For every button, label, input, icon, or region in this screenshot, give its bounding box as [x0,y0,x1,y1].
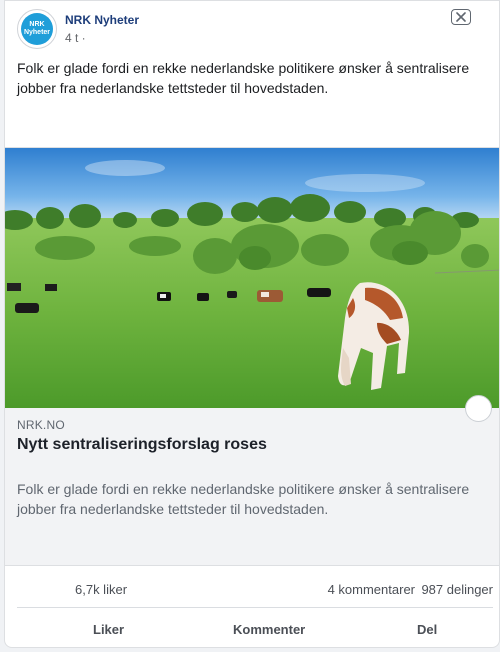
cows-pasture-image [5,148,499,408]
link-description: Folk er glade fordi en rekke nederlandsk… [17,481,470,517]
post-actions: Liker Kommenter Del [5,609,499,647]
page-name-link[interactable]: NRK Nyheter [65,13,139,27]
comments-count[interactable]: 4 kommentarer [328,582,415,597]
link-title[interactable]: Nytt sentraliseringsforslag roses [17,436,267,454]
close-button[interactable] [451,9,471,25]
shares-count[interactable]: 987 delinger [421,582,493,597]
more-circle-icon[interactable] [465,395,492,422]
close-icon [456,12,466,22]
link-source: NRK.NO [17,418,65,432]
nrk-logo-icon: NRK Nyheter [21,13,53,45]
divider [17,607,493,608]
link-preview[interactable]: NRK.NO Nytt sentraliseringsforslag roses… [5,395,499,566]
like-button[interactable]: Liker [93,622,124,637]
page-avatar[interactable]: NRK Nyheter [17,9,57,49]
share-button[interactable]: Del [417,622,437,637]
post-text: Folk er glade fordi en rekke nederlandsk… [17,60,470,96]
news-feed-post: NRK Nyheter NRK Nyheter 4 t · Folk er gl… [4,0,500,648]
post-link-image[interactable] [5,147,499,408]
post-timestamp[interactable]: 4 t · [65,31,86,45]
likes-count[interactable]: 6,7k liker [75,582,127,597]
post-stats: 6,7k liker 4 kommentarer 987 delinger [5,571,499,607]
comment-button[interactable]: Kommenter [233,622,305,637]
